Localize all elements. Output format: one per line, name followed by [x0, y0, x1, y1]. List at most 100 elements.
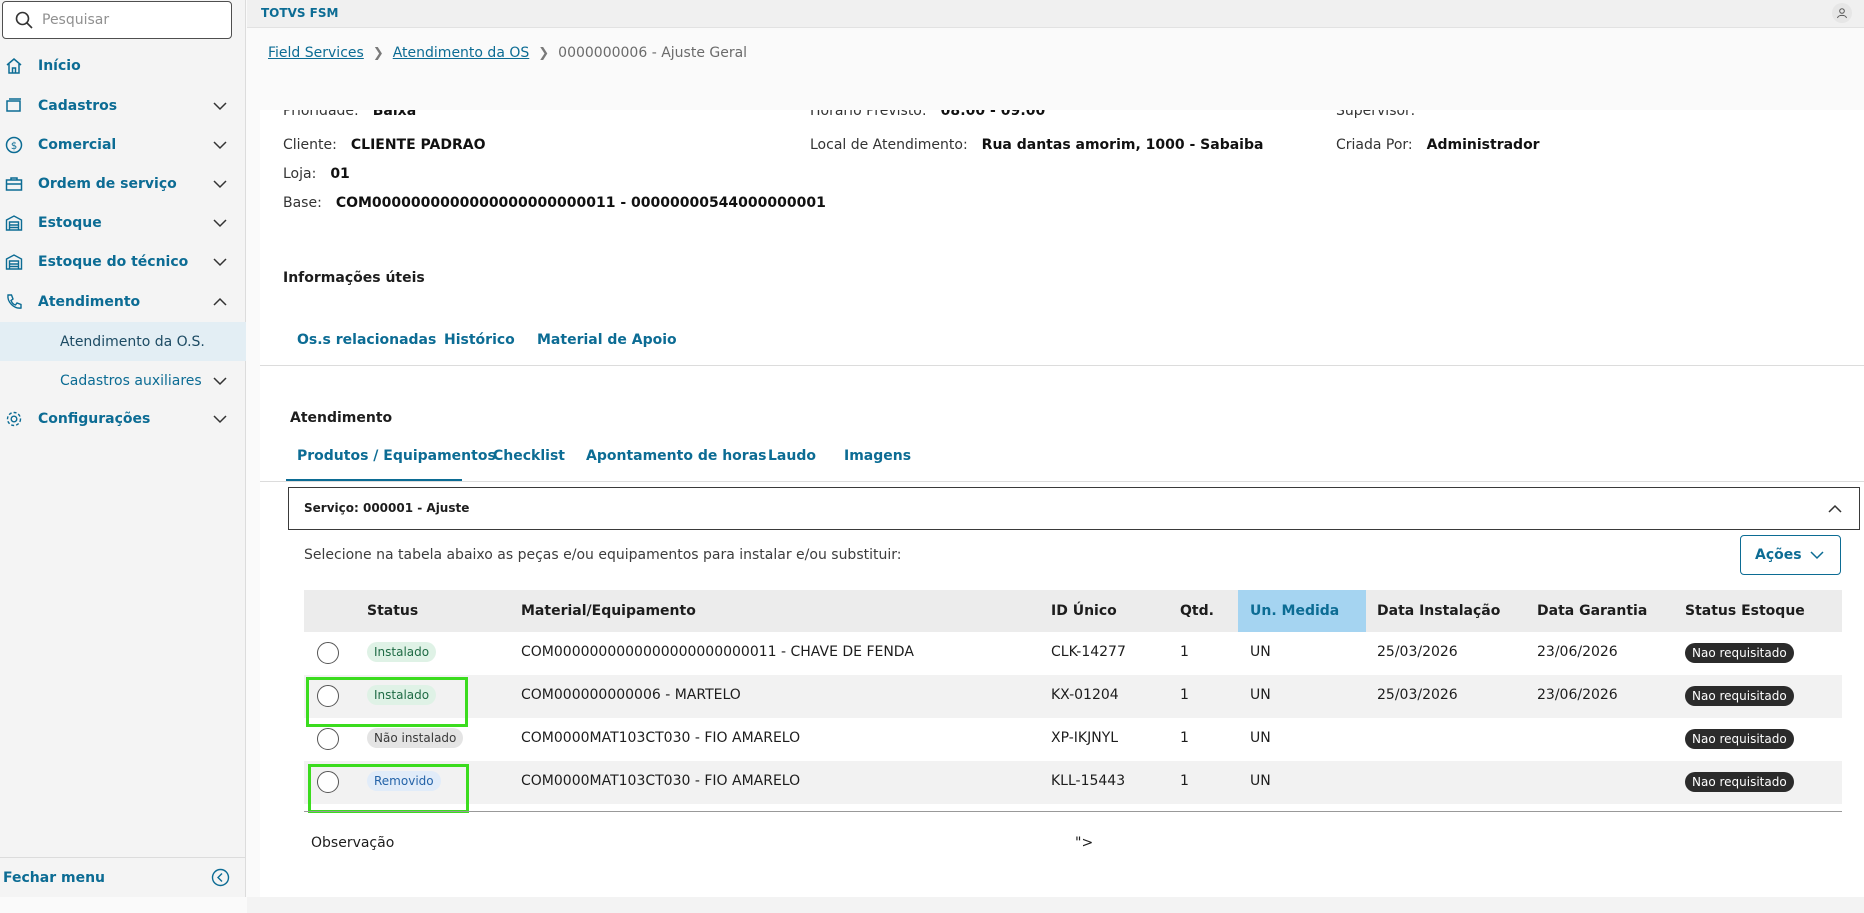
- highlight-box: [308, 764, 469, 813]
- cell-material: COM0000MAT103CT030 - FIO AMARELO: [521, 773, 801, 789]
- field-supervisor: Supervisor:: [1336, 110, 1416, 119]
- cell-qtd: 1: [1180, 773, 1189, 789]
- home-icon: [4, 56, 24, 76]
- breadcrumb-current: 0000000006 - Ajuste Geral: [558, 45, 748, 61]
- sidebar-item-label: Ordem de serviço: [38, 176, 177, 192]
- field-horario: Horário Previsto: 08:00 - 09:00: [810, 110, 1046, 119]
- sidebar-item-configuracoes[interactable]: Configurações: [0, 400, 246, 438]
- cell-id: KX-01204: [1051, 687, 1119, 703]
- breadcrumb-separator-icon: ❯: [538, 45, 550, 61]
- cell-qtd: 1: [1180, 730, 1189, 746]
- info-section-title: Informações úteis: [283, 270, 425, 286]
- tab-os-relacionadas[interactable]: Os.s relacionadas: [297, 332, 436, 348]
- sidebar-item-ordem-servico[interactable]: Ordem de serviço: [0, 165, 246, 203]
- sidebar-subitem-cadastros-auxiliares[interactable]: Cadastros auxiliares: [0, 361, 246, 400]
- selection-hint: Selecione na tabela abaixo as peças e/ou…: [304, 547, 902, 563]
- table-row[interactable]: Não instalado COM0000MAT103CT030 - FIO A…: [304, 718, 1842, 761]
- search-input[interactable]: [42, 12, 212, 28]
- chevron-down-icon: [213, 141, 227, 150]
- col-data-garantia[interactable]: Data Garantia: [1537, 603, 1647, 619]
- sidebar-subitem-label: Atendimento da O.S.: [60, 333, 205, 350]
- tab-historico[interactable]: Histórico: [444, 332, 515, 348]
- sidebar-item-comercial[interactable]: $ Comercial: [0, 126, 246, 164]
- table-row[interactable]: Instalado COM0000000000000000000000011 -…: [304, 632, 1842, 675]
- sidebar-item-estoque[interactable]: Estoque: [0, 204, 246, 242]
- cell-instalacao: 25/03/2026: [1377, 644, 1458, 660]
- close-menu-button[interactable]: Fechar menu: [0, 857, 246, 897]
- breadcrumb-field-services[interactable]: Field Services: [268, 45, 364, 61]
- sidebar-item-label: Estoque: [38, 215, 102, 231]
- sidebar-item-atendimento[interactable]: Atendimento: [0, 283, 246, 321]
- breadcrumb-atendimento-os[interactable]: Atendimento da OS: [393, 45, 530, 61]
- row-radio[interactable]: [317, 728, 339, 750]
- field-criada-por: Criada Por: Administrador: [1336, 137, 1540, 153]
- col-status-estoque[interactable]: Status Estoque: [1685, 603, 1805, 619]
- sidebar-item-label: Estoque do técnico: [38, 254, 189, 270]
- servico-accordion[interactable]: Serviço: 000001 - Ajuste: [288, 487, 1860, 530]
- chevron-down-icon: [1810, 551, 1824, 560]
- collapse-left-icon[interactable]: [211, 868, 230, 887]
- sidebar-item-label: Comercial: [38, 137, 117, 153]
- field-loja: Loja: 01: [283, 166, 350, 182]
- divider: [260, 365, 1864, 366]
- chevron-up-icon: [213, 297, 227, 306]
- field-cliente: Cliente: CLIENTE PADRAO: [283, 137, 486, 153]
- tab-apontamento-horas[interactable]: Apontamento de horas: [586, 448, 766, 464]
- stray-text: ">: [1075, 835, 1094, 851]
- cell-material: COM0000MAT103CT030 - FIO AMARELO: [521, 730, 801, 746]
- cell-instalacao: 25/03/2026: [1377, 687, 1458, 703]
- field-base: Base: COM0000000000000000000000011 - 0000…: [283, 195, 826, 211]
- sidebar-item-inicio[interactable]: Início: [0, 47, 246, 85]
- phone-icon: [4, 292, 24, 312]
- tab-laudo[interactable]: Laudo: [768, 448, 816, 464]
- stock-status-badge: Nao requisitado: [1685, 729, 1794, 749]
- col-status[interactable]: Status: [367, 603, 418, 619]
- dollar-icon: $: [4, 135, 24, 155]
- close-menu-label: Fechar menu: [3, 869, 105, 886]
- chevron-up-icon[interactable]: [1827, 501, 1843, 517]
- sidebar-item-estoque-tecnico[interactable]: Estoque do técnico: [0, 243, 246, 281]
- stock-status-badge: Nao requisitado: [1685, 772, 1794, 792]
- col-material[interactable]: Material/Equipamento: [521, 603, 696, 619]
- user-icon[interactable]: [1832, 3, 1852, 23]
- cell-qtd: 1: [1180, 644, 1189, 660]
- tab-material-apoio[interactable]: Material de Apoio: [537, 332, 677, 348]
- top-bar: TOTVS FSM: [247, 0, 1864, 28]
- row-radio[interactable]: [317, 642, 339, 664]
- chevron-down-icon: [213, 415, 227, 424]
- tab-checklist[interactable]: Checklist: [493, 448, 565, 464]
- sidebar-item-cadastros[interactable]: Cadastros: [0, 87, 246, 125]
- register-icon: [4, 96, 24, 116]
- sidebar-item-label: Configurações: [38, 411, 151, 427]
- sidebar-item-label: Atendimento: [38, 294, 141, 310]
- chevron-down-icon: [213, 376, 227, 385]
- divider: [260, 481, 1864, 482]
- table-row[interactable]: Removido COM0000MAT103CT030 - FIO AMAREL…: [304, 761, 1842, 804]
- col-id-unico[interactable]: ID Único: [1051, 603, 1117, 619]
- briefcase-icon: [4, 174, 24, 194]
- search-box[interactable]: [2, 1, 232, 39]
- cell-un: UN: [1250, 644, 1271, 660]
- status-badge: Instalado: [367, 642, 437, 662]
- cell-id: XP-IKJNYL: [1051, 730, 1119, 746]
- table-row[interactable]: Instalado COM000000000006 - MARTELO KX-0…: [304, 675, 1842, 718]
- col-qtd[interactable]: Qtd.: [1180, 603, 1214, 619]
- cell-un: UN: [1250, 730, 1271, 746]
- cell-garantia: 23/06/2026: [1537, 687, 1618, 703]
- col-data-instalacao[interactable]: Data Instalação: [1377, 603, 1500, 619]
- chevron-down-icon: [213, 180, 227, 189]
- cell-un: UN: [1250, 773, 1271, 789]
- main-content: Prioridade: Baixa Horário Previsto: 08:00 …: [260, 110, 1864, 897]
- tab-produtos-equipamentos[interactable]: Produtos / Equipamentos: [297, 448, 496, 464]
- observacao-label: Observação: [311, 835, 395, 851]
- acoes-button[interactable]: Ações: [1740, 535, 1841, 575]
- gear-icon: [4, 409, 24, 429]
- app-title: TOTVS FSM: [261, 6, 339, 20]
- cell-material: COM000000000006 - MARTELO: [521, 687, 741, 703]
- tab-imagens[interactable]: Imagens: [844, 448, 911, 464]
- col-un-medida[interactable]: Un. Medida: [1250, 603, 1339, 619]
- sidebar-subitem-atendimento-os[interactable]: Atendimento da O.S.: [0, 322, 246, 361]
- svg-text:$: $: [11, 141, 17, 152]
- breadcrumb: Field Services ❯ Atendimento da OS ❯ 000…: [268, 45, 747, 61]
- chevron-down-icon: [213, 219, 227, 228]
